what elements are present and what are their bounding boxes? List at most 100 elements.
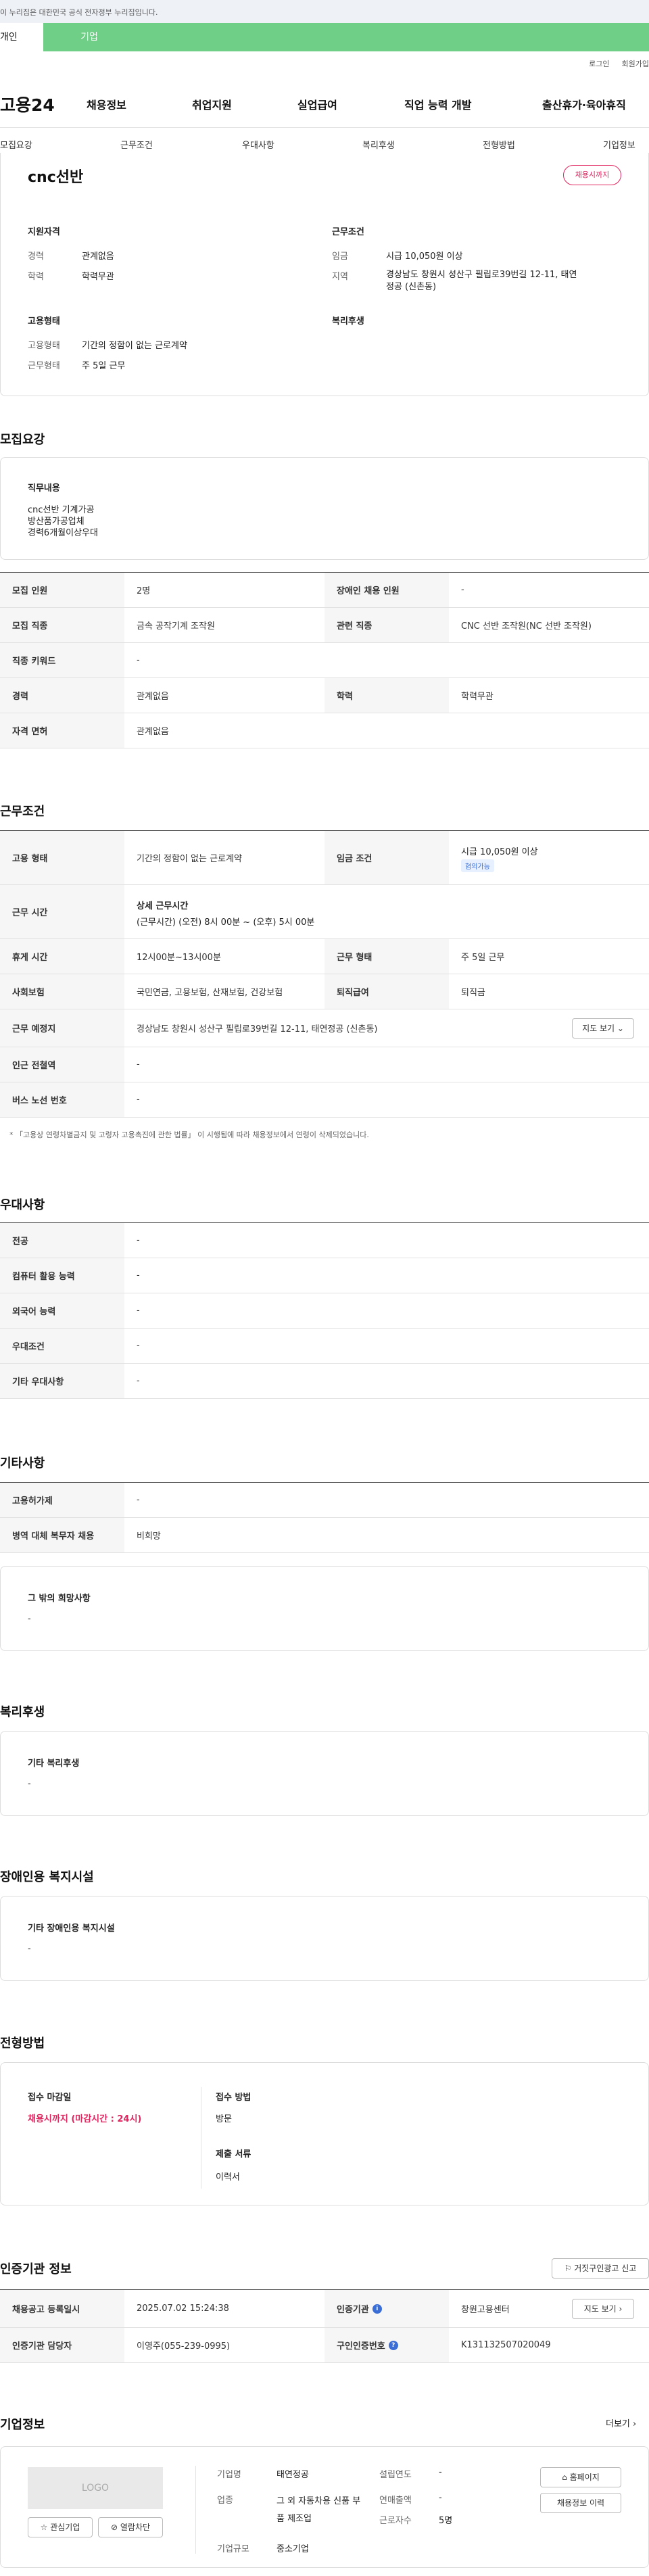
td: - <box>137 1306 140 1316</box>
etc-title: 기타사항 <box>0 1456 45 1471</box>
work-title: 근무조건 <box>0 805 45 819</box>
cert-table: 채용공고 등록일시 2025.07.02 15:24:38 인증기관 i 창원고용센터… <box>0 2289 649 2363</box>
td: - <box>137 1270 140 1281</box>
anchor-welfare[interactable]: 복리후생 <box>362 138 395 151</box>
emp-title: 고용형태 <box>28 316 60 327</box>
anchor-work[interactable]: 근무조건 <box>120 138 153 151</box>
found-value: - <box>439 2467 442 2477</box>
gnb-unemployment-benefit[interactable]: 실업급여 <box>297 96 337 112</box>
history-button[interactable]: 채용정보 이력 <box>540 2493 621 2513</box>
company-name-label: 기업명 <box>217 2470 241 2480</box>
td: CNC 선반 조작원(NC 선반 조작원) <box>461 621 592 631</box>
signup-link[interactable]: 회원가입 <box>622 59 649 68</box>
th: 경력 <box>0 678 124 713</box>
company-box: LOGO ☆ 관심기업 ⊘ 열람차단 기업명 태연정공 설립연도 - 업종 그 … <box>0 2446 649 2568</box>
td: - <box>137 1495 140 1505</box>
negotiable-badge: 협의가능 <box>461 859 494 872</box>
welfare-box: 기타 복리후생 - <box>0 1731 649 1816</box>
site-logo[interactable]: 고용24 <box>0 92 55 116</box>
work-table: 고용 형태 기간의 정함이 없는 근로계약 임금 조건 시급 10,050원 이상 협… <box>0 830 649 1118</box>
recruit-table: 모집 인원 2명 장애인 채용 인원 - 모집 직종 금속 공작기계 조작원 관련 직종 C… <box>0 572 649 748</box>
table-row: 인근 전철역 - <box>0 1047 649 1082</box>
tab-company[interactable]: 기업 <box>43 23 135 51</box>
gnb-employment-support[interactable]: 취업지원 <box>192 96 232 112</box>
table-row: 모집 인원 2명 장애인 채용 인원 - <box>0 573 649 608</box>
anchor-pref[interactable]: 우대사항 <box>242 138 274 151</box>
th: 직종 키워드 <box>0 643 124 677</box>
info-icon[interactable]: ? <box>388 2340 398 2350</box>
th: 인증기관 <box>337 2305 369 2315</box>
flag-icon: ⚐ <box>564 2264 572 2273</box>
table-row: 사회보험 국민연금, 고용보험, 산재보험, 건강보험 퇴직급여 퇴직금 <box>0 974 649 1009</box>
login-link[interactable]: 로그인 <box>589 59 609 68</box>
table-row: 우대조건 - <box>0 1329 649 1364</box>
anchor-recruit[interactable]: 모집요강 <box>0 138 32 151</box>
gnb-parental-leave[interactable]: 출산휴가·육아휴직 <box>542 96 626 112</box>
td: 창원고용센터 <box>461 2305 510 2315</box>
table-row: 고용허가제 - <box>0 1483 649 1518</box>
summary-card: cnc선반 채용시까지 지원자격 경력 관계없음 학력 학력무관 근무조건 임금… <box>0 153 649 396</box>
th: 학력 <box>324 678 449 713</box>
gov-banner: 이 누리집은 대한민국 공식 전자정부 누리집입니다. <box>0 0 649 23</box>
report-label: 거짓구인광고 신고 <box>574 2264 637 2273</box>
status-badge: 채용시까지 <box>563 165 621 185</box>
home-icon: ⌂ <box>562 2473 567 2482</box>
welfare-value: - <box>28 1779 31 1789</box>
hours-value: (근무시간) (오전) 8시 00분 ~ (오후) 5시 00분 <box>137 917 315 928</box>
td: 학력무관 <box>461 692 494 702</box>
th: 근무 예정지 <box>0 1009 124 1047</box>
anchor-selection[interactable]: 전형방법 <box>483 138 515 151</box>
th: 채용공고 등록일시 <box>0 2290 124 2327</box>
info-icon[interactable]: i <box>372 2304 382 2314</box>
table-row: 직종 키워드 - <box>0 643 649 678</box>
td: K131132507020049 <box>461 2340 551 2350</box>
home-label: 홈페이지 <box>569 2473 600 2482</box>
th: 버스 노선 번호 <box>0 1082 124 1117</box>
other-title: 그 밖의 희망사항 <box>28 1594 91 1604</box>
th: 장애인 채용 인원 <box>324 573 449 607</box>
map-label: 지도 보기 <box>583 2304 617 2314</box>
selection-box: 접수 마감일 채용시까지 (마감시간 : 24시) 접수 방법 방문 제출 서류… <box>0 2062 649 2205</box>
edu-value: 학력무관 <box>82 272 114 282</box>
company-logo: LOGO <box>28 2467 163 2509</box>
tab-personal[interactable]: 개인 <box>0 23 43 51</box>
fav-company-button[interactable]: ☆ 관심기업 <box>28 2517 93 2537</box>
table-row: 전공 - <box>0 1223 649 1258</box>
td: 금속 공작기계 조작원 <box>137 621 215 631</box>
table-row: 채용공고 등록일시 2025.07.02 15:24:38 인증기관 i 창원고용센터… <box>0 2290 649 2328</box>
deadline-value: 채용시까지 (마감시간 : 24시) <box>28 2114 142 2124</box>
found-label: 설립연도 <box>379 2470 412 2480</box>
anchor-company[interactable]: 기업정보 <box>603 138 635 151</box>
gnb-jobs[interactable]: 채용정보 <box>87 96 126 112</box>
region-value: 경상남도 창원시 성산구 필립로39번길 12-11, 태연정공 (신촌동) <box>386 270 577 292</box>
td: 이영주(055-239-0995) <box>137 2341 231 2352</box>
gnb-job-training[interactable]: 직업 능력 개발 <box>404 96 471 112</box>
workday-value: 주 5일 근무 <box>82 361 126 371</box>
sales-label: 연매출액 <box>379 2496 412 2506</box>
td: - <box>137 1376 140 1386</box>
td: - <box>137 1059 140 1070</box>
disab-title: 장애인용 복지시설 <box>0 1870 94 1884</box>
pref-title: 우대사항 <box>0 1198 45 1212</box>
duty-box: 직무내용 cnc선반 기계가공 방산품가공업체 경력6개월이상우대 <box>0 457 649 560</box>
org-map-button[interactable]: 지도 보기 › <box>572 2299 634 2319</box>
th: 인근 전철역 <box>0 1047 124 1082</box>
td: 12시00분~13시00분 <box>137 953 221 963</box>
map-button[interactable]: 지도 보기 ⌄ <box>572 1018 634 1039</box>
welfare-sub: 기타 복리후생 <box>28 1759 80 1769</box>
table-row: 경력 관계없음 학력 학력무관 <box>0 678 649 713</box>
block-button[interactable]: ⊘ 열람차단 <box>98 2517 163 2537</box>
welfare-section-title: 복리후생 <box>0 1705 45 1719</box>
emptype-value: 기간의 정함이 없는 근로계약 <box>82 341 187 351</box>
report-button[interactable]: ⚐ 거짓구인광고 신고 <box>552 2258 649 2279</box>
chevron-right-icon: › <box>619 2304 623 2314</box>
td: 기간의 정함이 없는 근로계약 <box>137 854 242 864</box>
homepage-button[interactable]: ⌂ 홈페이지 <box>540 2467 621 2487</box>
company-more-link[interactable]: 더보기 › <box>606 2416 636 2429</box>
biz-label: 업종 <box>217 2496 233 2506</box>
sales-value: - <box>439 2493 442 2503</box>
th: 임금 조건 <box>324 831 449 884</box>
method-value: 방문 <box>216 2114 232 2124</box>
td: - <box>137 1341 140 1351</box>
region-label: 지역 <box>332 272 348 282</box>
